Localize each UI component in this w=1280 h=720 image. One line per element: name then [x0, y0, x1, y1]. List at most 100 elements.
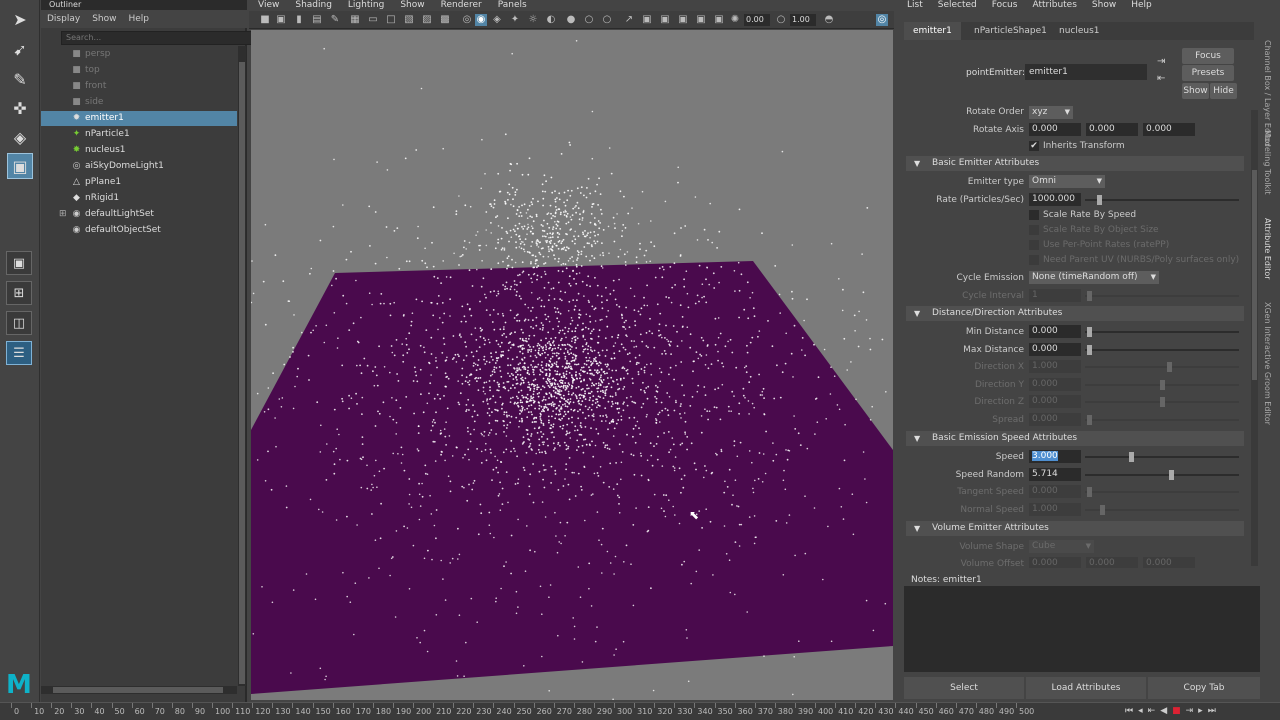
- side-tab-xgen[interactable]: XGen Interactive Groom Editor: [1263, 302, 1272, 425]
- outliner-item-emitter1[interactable]: ✹ emitter1: [41, 111, 237, 126]
- color-management-icon[interactable]: ◓: [823, 14, 835, 26]
- single-pane-layout-icon[interactable]: ▣: [6, 251, 32, 275]
- viewport-settings-icon[interactable]: ◎: [876, 14, 888, 26]
- ae-menu-list[interactable]: List: [907, 0, 923, 11]
- slider-handle[interactable]: [1169, 470, 1175, 480]
- input-connections-icon[interactable]: ⇤: [1157, 73, 1171, 85]
- scale-tool-icon[interactable]: ▣: [7, 153, 33, 179]
- select-button[interactable]: Select: [904, 677, 1024, 699]
- step-back-icon[interactable]: ◂: [1138, 706, 1143, 716]
- scrollbar-thumb[interactable]: [1252, 170, 1257, 380]
- camera-icon[interactable]: ■: [259, 14, 271, 26]
- smooth-shading-icon[interactable]: ◉: [475, 14, 487, 26]
- viewport-menu-view[interactable]: View: [258, 0, 279, 11]
- rotate-order-dropdown[interactable]: xyz ▼: [1029, 106, 1073, 119]
- ae-menu-attributes[interactable]: Attributes: [1032, 0, 1076, 11]
- xray-icon[interactable]: ●: [565, 14, 577, 26]
- outliner-item-nucleus1[interactable]: ✸ nucleus1: [41, 143, 237, 158]
- grease-pencil-icon[interactable]: ✎: [329, 14, 341, 26]
- wireframe-icon[interactable]: ▦: [349, 14, 361, 26]
- move-tool-icon[interactable]: ✜: [7, 95, 33, 121]
- side-tab-modeling-toolkit[interactable]: Modeling Toolkit: [1263, 130, 1272, 194]
- gamma-icon[interactable]: ○: [775, 14, 787, 26]
- slider-handle[interactable]: [1087, 327, 1092, 337]
- load-attributes-button[interactable]: Load Attributes: [1026, 677, 1146, 699]
- outliner-item-top[interactable]: ■ top: [41, 63, 237, 78]
- outliner-item-defaultobjectset[interactable]: ◉ defaultObjectSet: [41, 223, 237, 238]
- isolate-select-icon[interactable]: ↗: [623, 14, 635, 26]
- ae-vertical-scrollbar[interactable]: [1251, 110, 1258, 566]
- expand-icon[interactable]: ⊞: [59, 207, 67, 222]
- play-back-icon[interactable]: ◀: [1160, 706, 1167, 716]
- presets-button[interactable]: Presets: [1182, 65, 1234, 81]
- emitter-type-dropdown[interactable]: Omni ▼: [1029, 175, 1105, 188]
- outliner-menu-show[interactable]: Show: [92, 10, 116, 28]
- side-tab-attribute-editor[interactable]: Attribute Editor: [1263, 218, 1272, 280]
- notes-textarea[interactable]: [904, 586, 1260, 672]
- field-chart-icon[interactable]: ▨: [421, 14, 433, 26]
- outliner-item-nparticle1[interactable]: ✦ nParticle1: [41, 127, 237, 142]
- node-name-field[interactable]: emitter1: [1025, 64, 1147, 80]
- viewport-menu-show[interactable]: Show: [400, 0, 424, 11]
- outliner-item-side[interactable]: ■ side: [41, 95, 237, 110]
- depth-of-field-icon[interactable]: ▣: [713, 14, 725, 26]
- scrollbar-thumb[interactable]: [53, 687, 223, 693]
- show-button[interactable]: Show: [1182, 83, 1209, 99]
- stop-icon[interactable]: ■: [1172, 706, 1181, 716]
- outliner-item-pplane1[interactable]: △ pPlane1: [41, 175, 237, 190]
- slider-handle[interactable]: [1129, 452, 1135, 462]
- use-all-lights-icon[interactable]: ☼: [527, 14, 539, 26]
- slider-handle[interactable]: [1087, 345, 1092, 355]
- paint-tool-icon[interactable]: ✎: [7, 66, 33, 92]
- tab-nucleus1[interactable]: nucleus1: [1050, 22, 1109, 40]
- tab-emitter1[interactable]: emitter1: [904, 22, 961, 40]
- gamma-field[interactable]: 1.00: [790, 14, 816, 26]
- min-distance-slider[interactable]: [1085, 327, 1239, 337]
- ae-menu-focus[interactable]: Focus: [992, 0, 1018, 11]
- speed-random-slider[interactable]: [1085, 470, 1239, 480]
- focus-button[interactable]: Focus: [1182, 48, 1234, 64]
- attribute-scroll-area[interactable]: Rotate Order xyz ▼ Rotate Axis 0.000 0.00…: [904, 104, 1255, 568]
- max-distance-slider[interactable]: [1085, 345, 1239, 355]
- display-icon[interactable]: ▣: [641, 14, 653, 26]
- section-distance-direction[interactable]: ▼ Distance/Direction Attributes: [906, 306, 1244, 321]
- rate-slider[interactable]: [1085, 195, 1239, 205]
- wireframe-on-shaded-icon[interactable]: ◈: [491, 14, 503, 26]
- section-volume-emitter[interactable]: ▼ Volume Emitter Attributes: [906, 521, 1244, 536]
- exposure-field[interactable]: 0.00: [744, 14, 770, 26]
- safe-action-icon[interactable]: ▩: [439, 14, 451, 26]
- min-distance-field[interactable]: 0.000: [1029, 325, 1081, 338]
- ssao-icon[interactable]: ▣: [677, 14, 689, 26]
- output-connections-icon[interactable]: ⇥: [1157, 56, 1171, 68]
- outliner-item-defaultlightset[interactable]: ⊞ ◉ defaultLightSet: [41, 207, 237, 222]
- two-pane-layout-icon[interactable]: ◫: [6, 311, 32, 335]
- shadows-icon[interactable]: ◐: [545, 14, 557, 26]
- xray-components-icon[interactable]: ○: [601, 14, 613, 26]
- image-plane-icon[interactable]: ▤: [311, 14, 323, 26]
- outliner-horizontal-scrollbar[interactable]: [41, 686, 237, 694]
- rotate-axis-x-field[interactable]: 0.000: [1029, 123, 1081, 136]
- viewport-menu-lighting[interactable]: Lighting: [348, 0, 384, 11]
- section-basic-emitter[interactable]: ▼ Basic Emitter Attributes: [906, 156, 1244, 171]
- viewport-menu-shading[interactable]: Shading: [295, 0, 332, 11]
- bookmark-icon[interactable]: ▮: [293, 14, 305, 26]
- scale-rate-by-speed-checkbox[interactable]: [1029, 210, 1039, 220]
- motion-blur-icon[interactable]: ▣: [695, 14, 707, 26]
- rate-field[interactable]: 1000.000: [1029, 193, 1081, 206]
- tab-nparticleshape1[interactable]: nParticleShape1: [965, 22, 1056, 40]
- outliner-layout-icon[interactable]: ☰: [6, 341, 32, 365]
- outliner-item-aiskydomelight1[interactable]: ◎ aiSkyDomeLight1: [41, 159, 237, 174]
- rotate-axis-y-field[interactable]: 0.000: [1086, 123, 1138, 136]
- outliner-vertical-scrollbar[interactable]: [238, 46, 246, 686]
- inherits-transform-checkbox[interactable]: ✔: [1029, 141, 1039, 151]
- cycle-emission-dropdown[interactable]: None (timeRandom off) ▼: [1029, 271, 1159, 284]
- lasso-tool-icon[interactable]: ➹: [7, 36, 33, 62]
- speed-slider[interactable]: [1085, 452, 1239, 462]
- section-basic-emission-speed[interactable]: ▼ Basic Emission Speed Attributes: [906, 431, 1244, 446]
- ae-menu-selected[interactable]: Selected: [938, 0, 977, 11]
- film-gate-icon[interactable]: ▭: [367, 14, 379, 26]
- hide-button[interactable]: Hide: [1210, 83, 1237, 99]
- xray-joints-icon[interactable]: ○: [583, 14, 595, 26]
- outliner-menu-help[interactable]: Help: [128, 10, 149, 28]
- camera-lock-icon[interactable]: ▣: [275, 14, 287, 26]
